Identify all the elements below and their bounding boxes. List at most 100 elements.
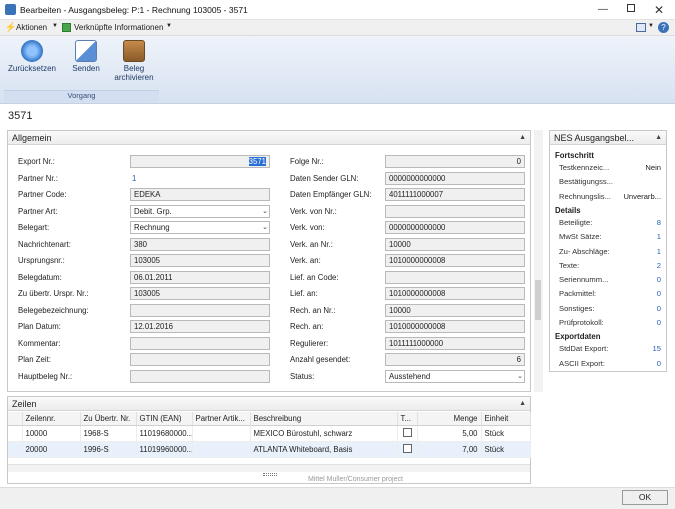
field-input[interactable] xyxy=(130,303,270,317)
field-input[interactable]: 380 xyxy=(130,237,270,251)
field-select[interactable]: Rechnung ⌄ xyxy=(130,221,270,234)
factbox-label: Texte: xyxy=(559,260,580,270)
cell-partner[interactable] xyxy=(192,425,251,442)
table-row[interactable]: 20000 1996-S 11019960000... ATLANTA Whitebo… xyxy=(8,441,531,458)
resize-grip-icon[interactable] xyxy=(263,473,277,476)
factbox-value[interactable]: 0 xyxy=(657,318,661,327)
horizontal-scrollbar[interactable] xyxy=(8,464,530,472)
text-checkbox[interactable] xyxy=(397,441,418,458)
field-label: Anzahl gesendet: xyxy=(290,355,351,364)
reset-button[interactable]: Zurücksetzen xyxy=(4,38,60,86)
factbox-value[interactable]: 15 xyxy=(653,344,661,353)
field-value: 103005 xyxy=(134,289,161,298)
factbox-value[interactable]: 0 xyxy=(657,275,661,284)
field-input[interactable] xyxy=(130,336,270,350)
archive-button[interactable]: Beleg archivieren xyxy=(106,38,162,86)
collapse-icon[interactable]: ▲ xyxy=(655,131,662,145)
factbox-value[interactable]: 0 xyxy=(657,289,661,298)
field-input[interactable]: 10000 xyxy=(385,303,525,317)
column-header[interactable]: T... xyxy=(397,412,418,426)
cell-gtin[interactable]: 11019960000... xyxy=(136,441,193,458)
cell-unit[interactable]: Stück xyxy=(481,425,531,442)
chevron-down-icon[interactable]: ⌄ xyxy=(262,206,268,217)
factbox-value[interactable]: 8 xyxy=(657,218,661,227)
factbox-label: Testkennzeic... xyxy=(559,163,610,172)
cell-line[interactable]: 20000 xyxy=(22,441,81,458)
field-input[interactable]: 3571 xyxy=(130,155,270,168)
field-input[interactable]: 0000000000000 xyxy=(385,221,525,234)
field-input[interactable]: 6 xyxy=(385,353,525,366)
field-label: Verk. an: xyxy=(290,256,321,265)
cell-ref[interactable]: 1996-S xyxy=(80,441,137,458)
factbox-value[interactable]: 2 xyxy=(657,261,661,270)
field-label: Belegebezeichnung: xyxy=(18,305,89,315)
field-input[interactable]: 1010000000008 xyxy=(385,320,525,333)
partner-nr-value[interactable]: 1 xyxy=(132,174,136,183)
field-input[interactable]: 06.01.2011 xyxy=(130,270,270,284)
scrollbar-thumb[interactable] xyxy=(535,280,541,320)
field-input[interactable]: 4011111000007 xyxy=(385,188,525,201)
checkbox[interactable] xyxy=(402,444,412,453)
column-header[interactable]: Partner Artik... xyxy=(192,412,251,426)
cell-gtin[interactable]: 11019680000... xyxy=(136,425,193,442)
cell-ref[interactable]: 1968-S xyxy=(80,425,137,442)
factbox-value[interactable]: 1 xyxy=(657,232,661,241)
chevron-down-icon[interactable]: ⌄ xyxy=(517,371,523,382)
field-input[interactable] xyxy=(385,270,525,284)
field-input[interactable] xyxy=(130,369,270,383)
ok-button[interactable]: OK xyxy=(622,490,668,505)
row-selector[interactable] xyxy=(8,441,23,458)
field-input[interactable]: 103005 xyxy=(130,254,270,267)
field-input[interactable]: 0000000000000 xyxy=(385,171,525,185)
cell-unit[interactable]: Stück xyxy=(481,441,531,458)
close-icon[interactable]: ✕ xyxy=(648,2,670,18)
field-input[interactable]: 0 xyxy=(385,155,525,168)
field-input[interactable]: EDEKA xyxy=(130,188,270,201)
column-header[interactable]: GTIN (EAN) xyxy=(136,412,193,426)
table-row[interactable]: 10000 1968-S 11019680000... MEXICO Bürostuh… xyxy=(8,425,531,442)
field-input[interactable]: 1011111000000 xyxy=(385,336,525,350)
status-select[interactable]: Ausstehend ⌄ xyxy=(385,369,525,383)
field-input[interactable] xyxy=(130,353,270,366)
maximize-icon[interactable] xyxy=(620,2,642,18)
field-select[interactable]: Debit. Grp. ⌄ xyxy=(130,204,270,218)
column-header[interactable]: Einheit xyxy=(481,412,531,426)
factbox-section-title: Details xyxy=(555,205,581,215)
column-header[interactable]: Beschreibung xyxy=(250,412,398,426)
chevron-down-icon: ▼ xyxy=(648,23,654,29)
field-input[interactable]: 103005 xyxy=(130,287,270,300)
cell-desc[interactable]: ATLANTA Whiteboard, Basis xyxy=(250,441,398,458)
layout-icon[interactable] xyxy=(636,23,646,32)
row-selector[interactable] xyxy=(8,425,23,442)
cell-qty[interactable]: 7,00 xyxy=(417,441,482,458)
collapse-icon[interactable]: ▲ xyxy=(519,397,526,411)
factbox-header[interactable]: NES Ausgangsbel... ▲ xyxy=(550,131,666,145)
field-input[interactable]: 1010000000008 xyxy=(385,254,525,267)
collapse-icon[interactable]: ▲ xyxy=(519,131,526,145)
factbox-value[interactable]: 0 xyxy=(657,304,661,313)
field-label: Rech. an Nr.: xyxy=(290,305,336,315)
related-info-menu[interactable]: Verknüpfte Informationen xyxy=(74,23,163,32)
cell-qty[interactable]: 5,00 xyxy=(417,425,482,442)
chevron-down-icon[interactable]: ⌄ xyxy=(262,222,268,233)
text-checkbox[interactable] xyxy=(397,425,418,442)
column-header[interactable]: Zeilennr. xyxy=(22,412,81,426)
cell-partner[interactable] xyxy=(192,441,251,458)
cell-line[interactable]: 10000 xyxy=(22,425,81,442)
help-icon[interactable]: ? xyxy=(658,22,669,33)
vertical-scrollbar[interactable] xyxy=(534,130,543,392)
general-panel-header[interactable]: Allgemein ▲ xyxy=(8,131,530,145)
column-header[interactable]: Zu Übertr. Nr. xyxy=(80,412,137,426)
cell-desc[interactable]: MEXICO Bürostuhl, schwarz xyxy=(250,425,398,442)
column-header[interactable]: Menge xyxy=(417,412,482,426)
actions-menu[interactable]: Aktionen xyxy=(16,23,47,32)
field-input[interactable]: 10000 xyxy=(385,237,525,251)
factbox-value[interactable]: 1 xyxy=(657,247,661,256)
field-input[interactable] xyxy=(385,204,525,218)
field-input[interactable]: 12.01.2016 xyxy=(130,320,270,333)
minimize-icon[interactable]: — xyxy=(592,2,614,18)
factbox-value[interactable]: 0 xyxy=(657,359,661,368)
lines-panel-header[interactable]: Zeilen ▲ xyxy=(8,397,530,411)
field-input[interactable]: 1010000000008 xyxy=(385,287,525,300)
checkbox[interactable] xyxy=(402,428,412,437)
